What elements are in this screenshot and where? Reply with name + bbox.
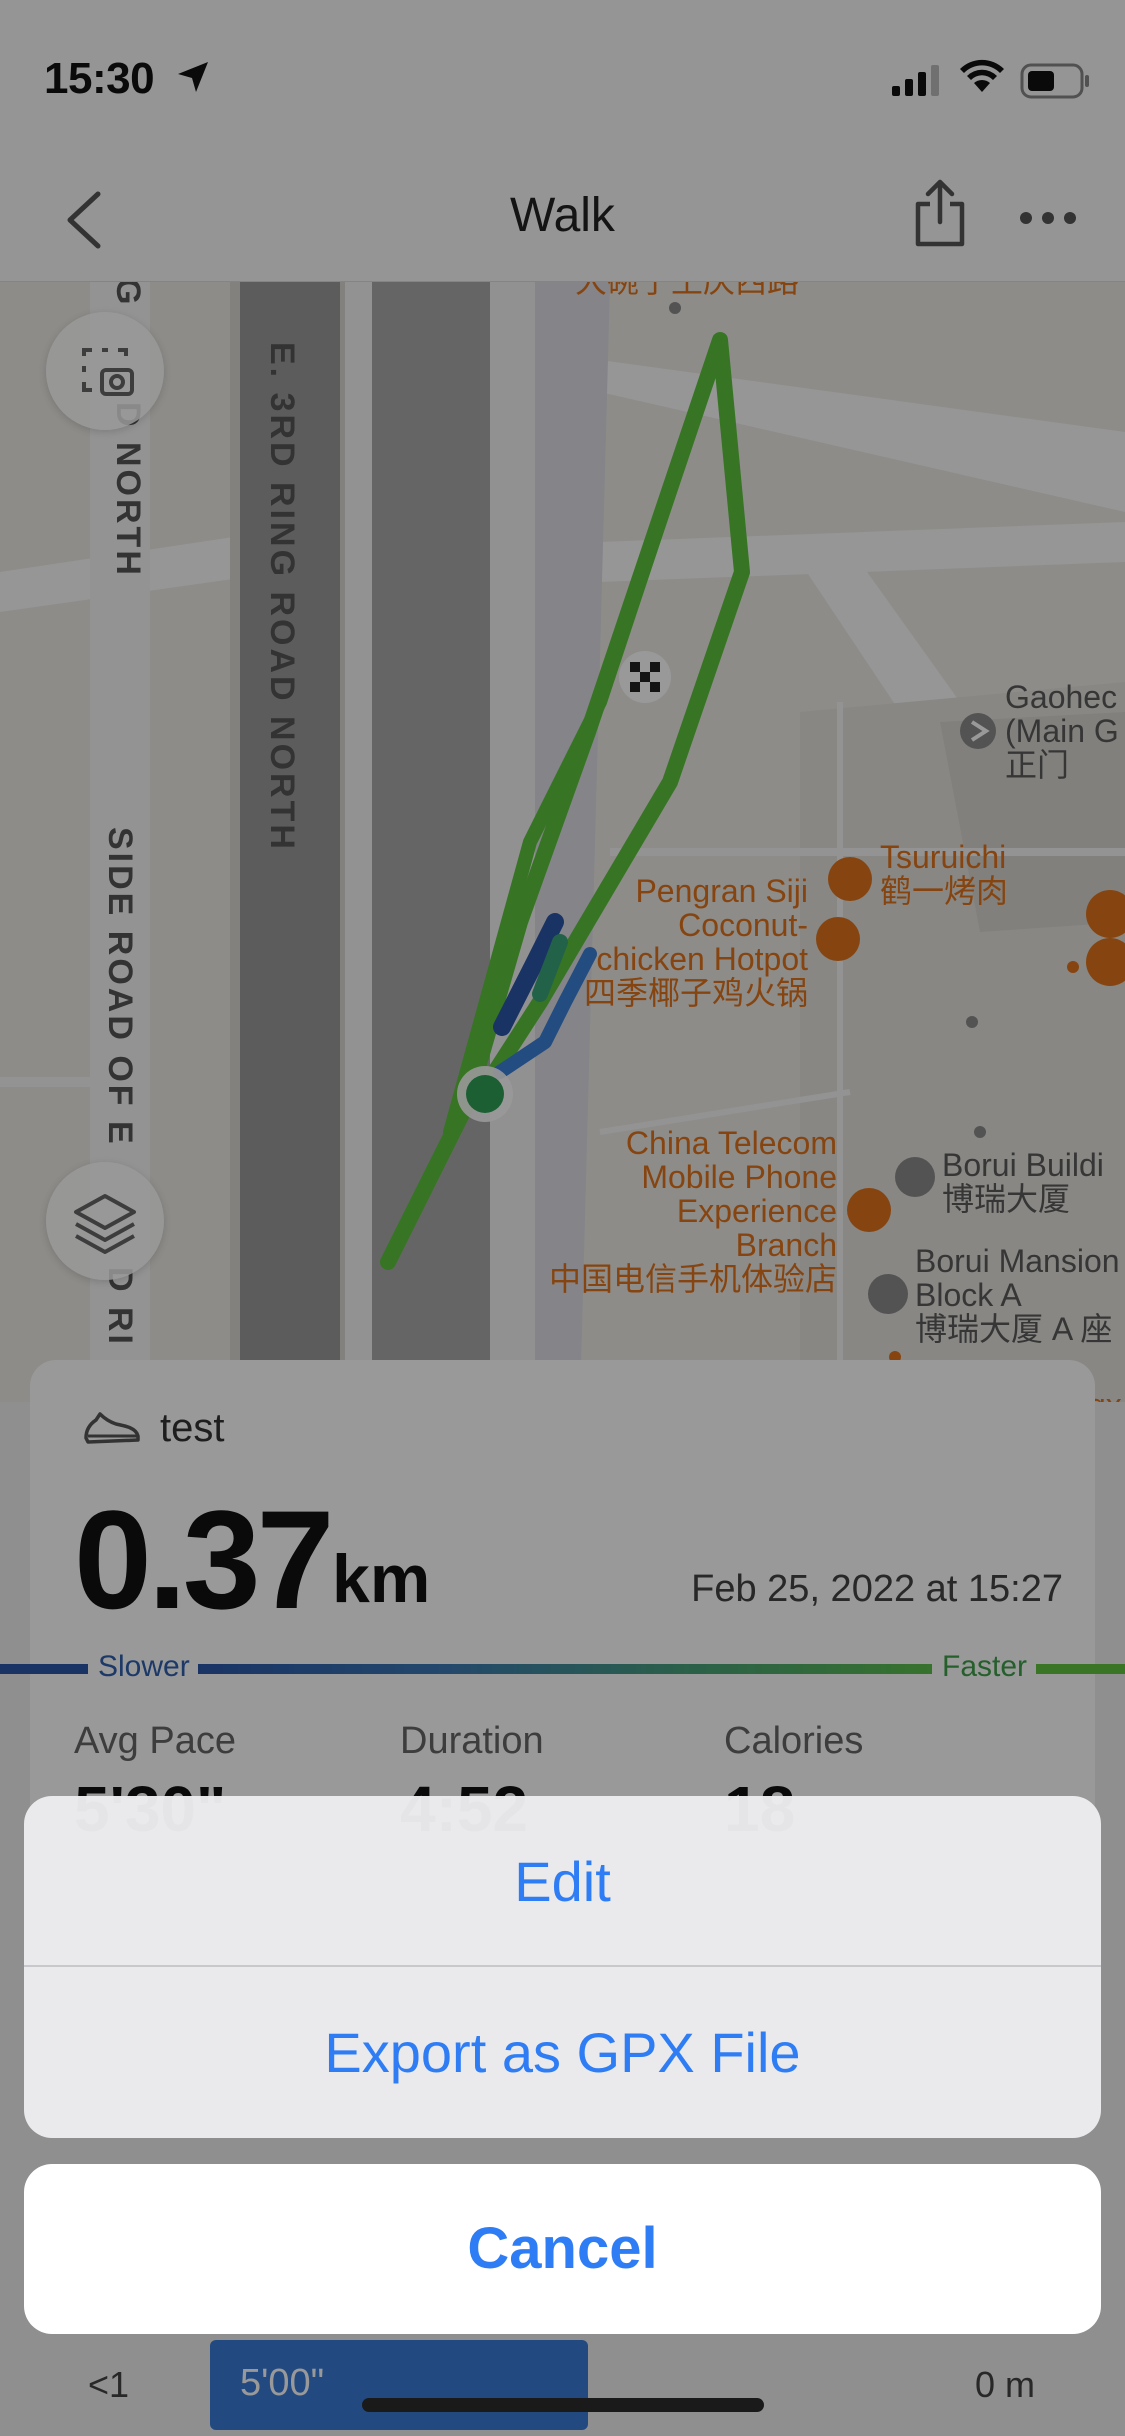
cancel-button[interactable]: Cancel [24, 2164, 1101, 2334]
action-sheet: Edit Export as GPX File [24, 1796, 1101, 2138]
edit-action-button[interactable]: Edit [24, 1796, 1101, 1967]
export-gpx-action-button[interactable]: Export as GPX File [24, 1967, 1101, 2138]
home-indicator[interactable] [362, 2398, 764, 2412]
